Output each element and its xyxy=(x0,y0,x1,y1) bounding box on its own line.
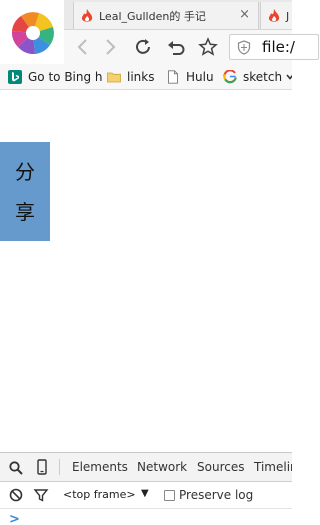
devtools-tabbar: Elements Network Sources Timelin xyxy=(0,453,292,482)
reload-icon[interactable] xyxy=(133,37,153,57)
bookmark-bing[interactable]: Go to Bing h xyxy=(8,68,103,86)
browser-logo-icon[interactable] xyxy=(0,0,64,64)
tab-title: Leal_Gullden的 手记 xyxy=(99,10,206,23)
tab-close-icon[interactable]: × xyxy=(239,8,250,22)
console-toolbar: <top frame> ▼ Preserve log xyxy=(0,482,292,509)
tab-leal-gullden[interactable]: Leal_Gullden的 手记 × xyxy=(73,2,259,29)
frame-dropdown-arrow-icon[interactable]: ▼ xyxy=(141,488,149,499)
bookmark-star-icon[interactable] xyxy=(198,37,218,57)
bookmark-hulu[interactable]: Hulu xyxy=(166,68,214,86)
inspect-search-icon[interactable] xyxy=(8,460,24,476)
tab-title: J xyxy=(286,9,290,23)
share-button[interactable]: 分 享 xyxy=(0,142,50,241)
share-char-2: 享 xyxy=(15,199,35,224)
bing-icon xyxy=(8,70,22,84)
bookmark-links-folder[interactable]: links xyxy=(107,68,154,86)
devtools-tab-elements[interactable]: Elements xyxy=(72,460,128,474)
devtools-tab-timeline[interactable]: Timelin xyxy=(254,460,292,474)
frame-selector[interactable]: <top frame> xyxy=(63,488,136,501)
bookmark-sketch[interactable]: sketch xyxy=(223,68,282,86)
undo-icon[interactable] xyxy=(166,37,186,57)
address-bar[interactable]: file:/ xyxy=(229,34,319,60)
devtools-panel: Elements Network Sources Timelin <top fr… xyxy=(0,452,292,525)
shield-icon xyxy=(237,40,251,55)
bookmark-label: sketch xyxy=(243,70,283,84)
bookmarks-bar: Go to Bing h links Hulu sketch xyxy=(0,64,292,90)
clear-console-icon[interactable] xyxy=(8,487,24,503)
filter-icon[interactable] xyxy=(33,487,49,503)
preserve-log-checkbox[interactable] xyxy=(164,490,175,501)
bookmark-label: Hulu xyxy=(186,70,214,84)
preserve-log-label: Preserve log xyxy=(179,488,254,502)
bookmark-label: Go to Bing h xyxy=(28,70,103,84)
more-bookmarks-chevron-icon[interactable] xyxy=(286,73,292,81)
flame-favicon-icon xyxy=(268,9,280,22)
devtools-tab-network[interactable]: Network xyxy=(137,460,187,474)
console-prompt-icon[interactable]: > xyxy=(9,512,20,525)
bookmark-label: links xyxy=(127,70,155,84)
forward-icon[interactable] xyxy=(100,37,120,57)
page-icon xyxy=(168,70,178,84)
back-icon[interactable] xyxy=(73,37,93,57)
google-icon xyxy=(223,70,237,84)
devtools-separator xyxy=(59,459,60,475)
devtools-tab-sources[interactable]: Sources xyxy=(197,460,244,474)
flame-favicon-icon xyxy=(81,9,93,22)
device-mode-icon[interactable] xyxy=(34,459,50,475)
tab-second[interactable]: J xyxy=(260,2,292,29)
folder-icon xyxy=(107,72,121,83)
address-url: file:/ xyxy=(262,38,295,56)
share-char-1: 分 xyxy=(15,159,35,184)
